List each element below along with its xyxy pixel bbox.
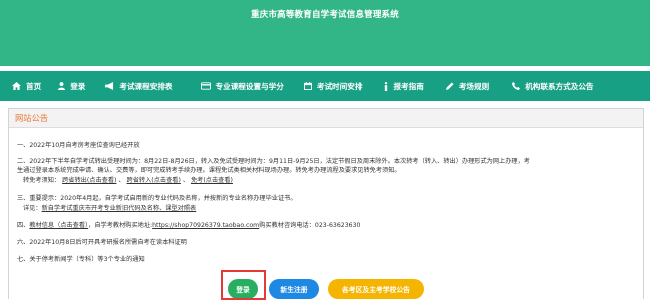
transfer-in-link[interactable]: 跨省转入(点击查看) [127, 177, 181, 184]
textbook-shop-link[interactable]: https://shop70926379.taobao.com [152, 222, 259, 229]
nav-item-guide[interactable]: 报考指南 [384, 71, 424, 101]
notice-item-2-line-1: 二、2022年下半年自学考试转出受理时间为：8月22日-8月26日，转入及免试受… [17, 158, 530, 165]
credit-card-icon [200, 82, 211, 90]
notice-item-3-line-1: 三、重要提示：2020年4月起，自学考试启用新的专业代码及名称，并按新的专业名称… [17, 195, 297, 202]
nav-item-major-courses-label: 专业课程设置与学分 [215, 81, 284, 91]
site-header: 重庆市高等教育自学考试信息管理系统 [0, 0, 650, 66]
login-highlight-box [221, 270, 266, 300]
nav-item-exam-schedule-label: 考试课程安排表 [119, 81, 173, 91]
bullhorn-icon [105, 82, 114, 90]
home-icon [12, 82, 21, 90]
nav-item-login[interactable]: 登录 [58, 71, 85, 101]
site-title: 重庆市高等教育自学考试信息管理系统 [251, 10, 399, 20]
notice-item-3-line-2: 详见：新自学考试重庆市开考专业新旧代码及名称、课型对照表 [23, 203, 196, 212]
register-button[interactable]: 新生注册 [269, 279, 319, 299]
textbook-info-link[interactable]: 教材信息（点击查看） [29, 222, 88, 229]
nav-item-rules[interactable]: 考场规则 [445, 71, 490, 101]
notice-item-4-suffix: 购买教材咨询电话：023-63623630 [259, 222, 361, 229]
nav-item-exam-schedule[interactable]: 考试课程安排表 [105, 71, 173, 101]
nav-item-major-courses[interactable]: 专业课程设置与学分 [200, 71, 284, 101]
calendar-icon [303, 82, 312, 90]
pencil-icon [445, 82, 454, 90]
notice-item-4-mid: ，自学考教材购买地址: [88, 222, 153, 229]
notice-header: 网站公告 [9, 109, 643, 128]
nav-item-login-label: 登录 [70, 81, 86, 91]
notice-item-1[interactable]: 一、2022年10月自考房考座位查询已经开放 [17, 140, 140, 149]
user-icon [58, 82, 66, 90]
notice-panel: 网站公告 一、2022年10月自考房考座位查询已经开放 二、2022年下半年自学… [8, 108, 644, 299]
notice-item-2-links: 转免考须知： 跨省转出(点击查看) 、 跨省转入(点击查看) 、 免考(点击查看… [23, 177, 233, 184]
major-code-table-link[interactable]: 新自学考试重庆市开考专业新旧代码及名称、课型对照表 [42, 205, 197, 212]
nav-item-exam-time-label: 考试时间安排 [316, 81, 363, 91]
exemption-link[interactable]: 免考(点击查看) [191, 177, 233, 184]
nav-item-exam-time[interactable]: 考试时间安排 [303, 71, 363, 101]
main-nav: 首页 登录 考试课程安排表 专业课程设置与学分 考试时间安排 报考指南 考场规则… [0, 71, 650, 101]
detail-label: 详见： [23, 205, 42, 212]
notice-item-2-line-2: 生通过登录本系统完成申请、确认、交费等，即可完成转考手续办理。课程免试类相关材料… [17, 167, 401, 174]
exam-area-notice-button[interactable]: 各考区及主考学校公告 [328, 279, 424, 299]
notice-item-4: 四、教材信息（点击查看），自学考教材购买地址:https://shop70926… [17, 220, 360, 229]
nav-item-guide-label: 报考指南 [393, 81, 424, 91]
notice-item-5[interactable]: 六、2022年10月8日后可开具考研报名所需自考在读本科证明 [17, 237, 187, 246]
phone-icon [512, 82, 521, 90]
nav-item-contacts[interactable]: 机构联系方式及公告 [512, 71, 594, 101]
transfer-notice-label: 转免考须知： [23, 177, 61, 184]
transfer-out-link[interactable]: 跨省转出(点击查看) [62, 177, 116, 184]
nav-item-rules-label: 考场规则 [458, 81, 490, 91]
nav-item-contacts-label: 机构联系方式及公告 [525, 81, 594, 91]
info-icon [385, 81, 388, 91]
notice-title: 网站公告 [15, 113, 49, 123]
notice-item-6[interactable]: 七、关于停考新闻学（专科）等3个专业的通知 [17, 254, 145, 263]
nav-item-home-label: 首页 [26, 81, 42, 91]
notice-item-4-prefix: 四、 [17, 222, 30, 229]
nav-item-home[interactable]: 首页 [12, 71, 41, 101]
